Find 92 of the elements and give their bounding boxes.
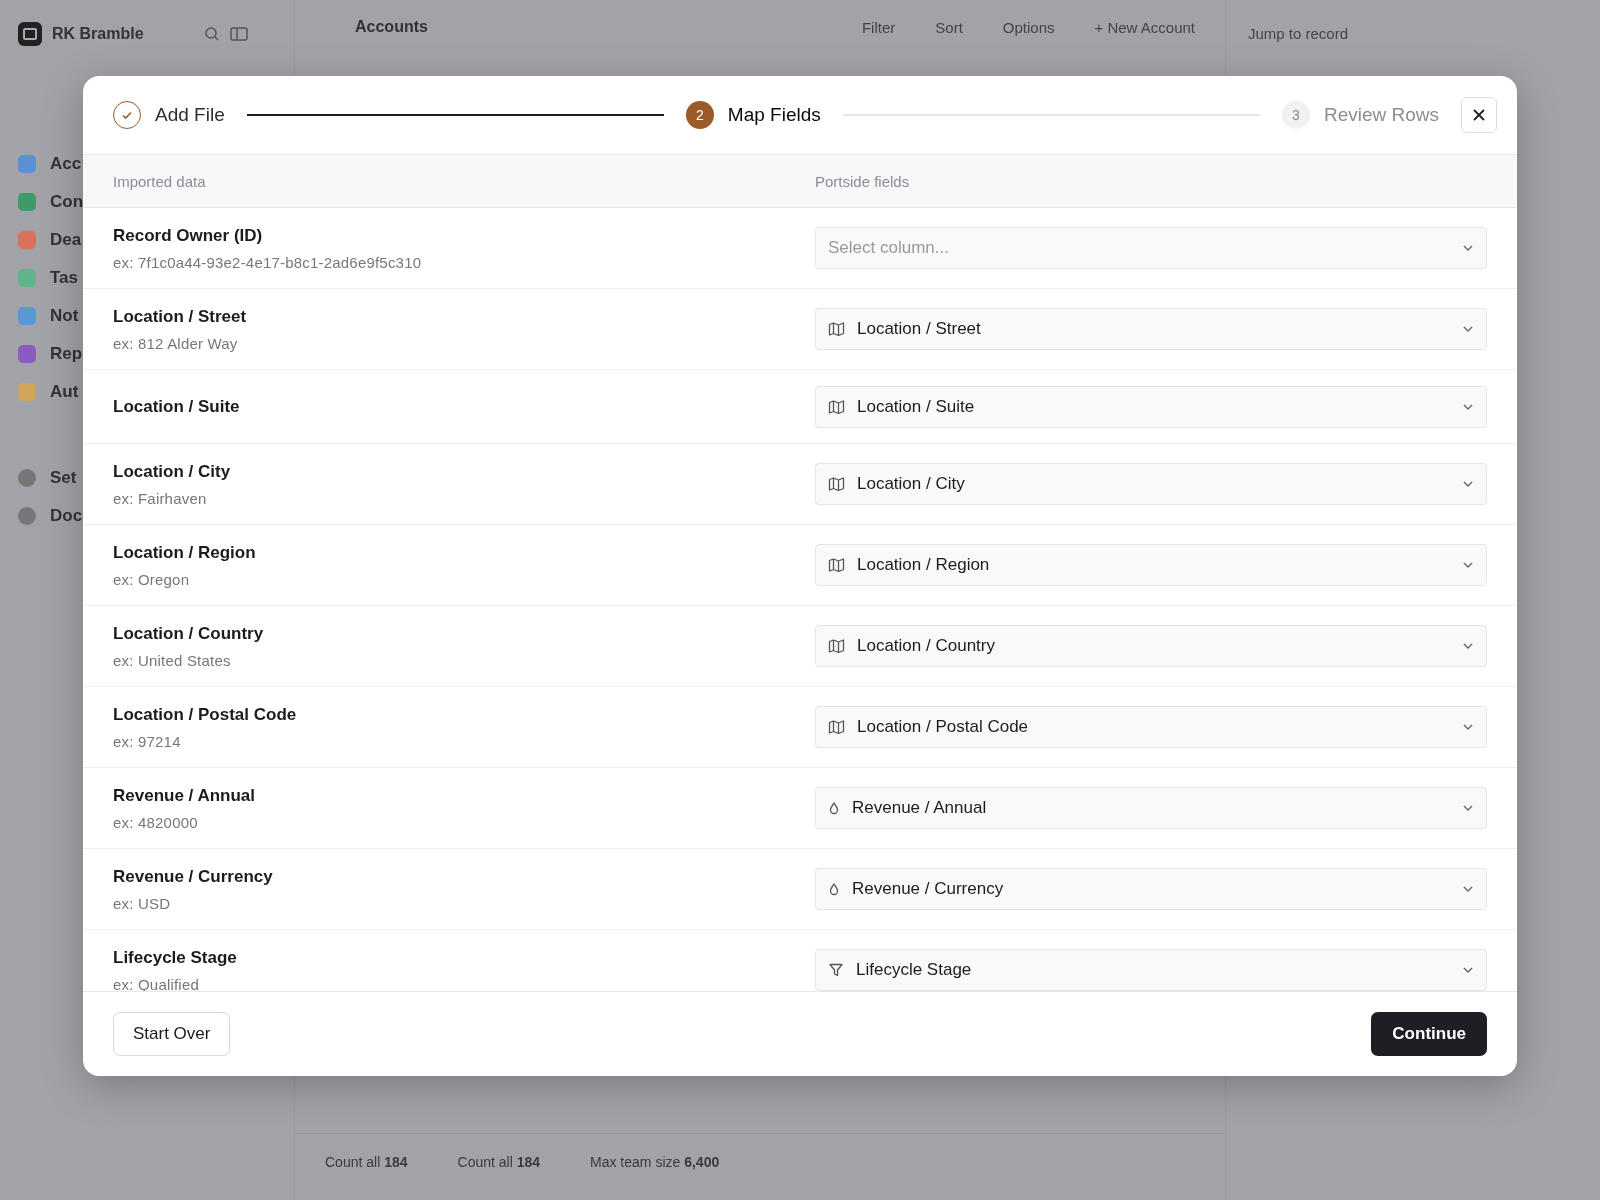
select-value: Revenue / Currency: [852, 879, 1004, 899]
jump-field[interactable]: Jump to record: [1246, 24, 1450, 43]
drop-icon: [828, 801, 840, 815]
chevron-down-icon: [1462, 966, 1474, 974]
chevron-down-icon: [1462, 804, 1474, 812]
column-select[interactable]: Location / Street: [815, 308, 1487, 350]
sidebar-item[interactable]: Set: [50, 468, 77, 488]
select-value: Location / City: [857, 474, 965, 494]
field-name: Revenue / Currency: [113, 866, 274, 887]
footer-stat: Max team size 6,400: [590, 1154, 720, 1170]
sidebar-item[interactable]: Acc: [50, 154, 82, 174]
field-name: Location / Country: [113, 623, 265, 644]
sidebar-item[interactable]: Dea: [50, 230, 82, 250]
close-icon: [1472, 108, 1486, 122]
example-value: ex: United States: [113, 651, 232, 669]
funnel-icon: [828, 962, 844, 978]
sidebar-item[interactable]: Not: [50, 306, 79, 326]
chevron-down-icon: [1462, 325, 1474, 333]
chevron-down-icon: [1462, 244, 1474, 252]
workspace-name[interactable]: RK Bramble: [52, 25, 144, 43]
field-name: Lifecycle Stage: [113, 947, 238, 968]
step-label: Add File: [155, 104, 225, 126]
step-label: Map Fields: [727, 104, 821, 126]
sidebar-item[interactable]: Rep: [50, 344, 83, 364]
column-select[interactable]: Location / City: [815, 463, 1487, 505]
select-placeholder: Select column...: [828, 238, 949, 258]
column-header: Portside fields: [815, 172, 911, 190]
field-name: Location / City: [113, 461, 232, 482]
column-select[interactable]: Location / Region: [815, 544, 1487, 586]
chevron-down-icon: [1462, 642, 1474, 650]
sidebar-item[interactable]: Aut: [50, 382, 79, 402]
column-header: Imported data: [113, 172, 207, 190]
footer-stat: Count all 184: [457, 1154, 541, 1170]
select-value: Location / Postal Code: [857, 717, 1029, 737]
sidebar-item[interactable]: Doc: [50, 506, 83, 526]
search-icon[interactable]: [203, 26, 220, 42]
workspace-logo: [18, 22, 42, 46]
start-over-button[interactable]: Start Over: [113, 1012, 231, 1056]
footer-stat: Count all 184: [325, 1154, 408, 1170]
column-select[interactable]: Lifecycle Stage: [815, 949, 1487, 991]
select-value: Revenue / Annual: [852, 798, 987, 818]
example-value: ex: USD: [113, 894, 172, 912]
field-name: Location / Region: [113, 542, 257, 563]
sidebar-item[interactable]: Tas: [50, 268, 79, 288]
example-value: ex: Fairhaven: [113, 489, 208, 507]
nav-icon: [18, 469, 36, 487]
toolbar-button[interactable]: Sort: [935, 18, 963, 36]
select-value: Lifecycle Stage: [856, 960, 972, 980]
chevron-down-icon: [1462, 885, 1474, 893]
field-name: Location / Suite: [113, 396, 241, 417]
example-value: ex: 812 Alder Way: [113, 334, 239, 352]
nav-icon: [18, 507, 36, 525]
continue-button[interactable]: Continue: [1371, 1012, 1487, 1056]
map-icon: [828, 719, 845, 735]
chevron-down-icon: [1462, 402, 1474, 411]
chevron-down-icon: [1462, 561, 1474, 569]
toolbar-button[interactable]: Options: [1002, 18, 1055, 36]
map-icon: [828, 321, 845, 337]
step-number: 2: [685, 101, 714, 129]
chevron-down-icon: [1462, 723, 1474, 731]
map-icon: [828, 638, 845, 654]
sidebar-item[interactable]: Con: [50, 192, 84, 212]
example-value: ex: 4820000: [113, 813, 199, 831]
column-select[interactable]: Select column...: [815, 227, 1487, 269]
sidebar-toggle-icon[interactable]: [229, 26, 248, 42]
select-value: Location / Suite: [857, 396, 975, 417]
step-label: Review Rows: [1323, 104, 1439, 126]
select-value: Location / Country: [857, 636, 995, 656]
select-value: Location / Street: [857, 319, 981, 339]
field-name: Location / Postal Code: [113, 704, 298, 725]
toolbar-button[interactable]: Filter: [861, 18, 896, 36]
select-value: Location / Region: [857, 555, 990, 575]
example-value: ex: 7f1c0a44-93e2-4e17-b8c1-2ad6e9f5c310: [113, 253, 423, 271]
column-select[interactable]: Location / Postal Code: [815, 706, 1487, 748]
close-button[interactable]: [1461, 97, 1497, 133]
toolbar-button[interactable]: + New Account: [1094, 18, 1195, 36]
column-select[interactable]: Location / Country: [815, 625, 1487, 667]
column-select[interactable]: Revenue / Currency: [815, 868, 1487, 910]
field-name: Revenue / Annual: [113, 785, 256, 806]
drop-icon: [828, 882, 840, 896]
column-select[interactable]: Location / Suite: [815, 385, 1487, 428]
chevron-down-icon: [1462, 480, 1474, 488]
field-name: Record Owner (ID): [113, 225, 264, 246]
page-title: Accounts: [354, 18, 428, 36]
example-value: ex: 97214: [113, 732, 182, 750]
map-icon: [828, 557, 845, 573]
step-number: 3: [1281, 101, 1310, 129]
example-value: ex: Oregon: [113, 570, 191, 588]
map-icon: [828, 398, 845, 415]
map-icon: [828, 476, 845, 492]
column-select[interactable]: Revenue / Annual: [815, 787, 1487, 829]
field-name: Location / Street: [113, 306, 248, 327]
